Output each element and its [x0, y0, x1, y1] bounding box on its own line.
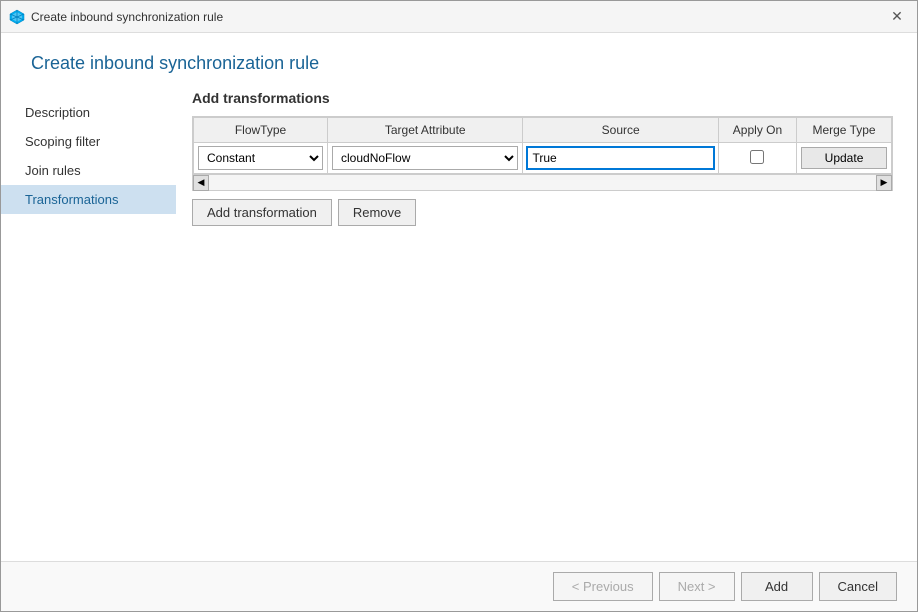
cancel-button[interactable]: Cancel — [819, 572, 897, 601]
add-button[interactable]: Add — [741, 572, 813, 601]
window-body: Create inbound synchronization rule Desc… — [1, 33, 917, 611]
main-window: Create inbound synchronization rule ✕ Cr… — [0, 0, 918, 612]
title-bar-left: Create inbound synchronization rule — [9, 9, 223, 25]
content-area: Description Scoping filter Join rules Tr… — [1, 90, 917, 561]
merge-button[interactable]: Update — [801, 147, 887, 169]
sidebar: Description Scoping filter Join rules Tr… — [1, 90, 176, 561]
table-row: Constant Direct Expression cloudNoFlow — [194, 143, 892, 174]
target-select[interactable]: cloudNoFlow — [332, 146, 518, 170]
app-icon — [9, 9, 25, 25]
col-header-apply: Apply On — [718, 118, 796, 143]
title-bar: Create inbound synchronization rule ✕ — [1, 1, 917, 33]
cell-merge[interactable]: Update — [797, 143, 892, 174]
scroll-right-arrow[interactable]: ▶ — [876, 175, 892, 191]
window-title: Create inbound synchronization rule — [31, 10, 223, 24]
scroll-track[interactable] — [209, 175, 876, 190]
add-transformation-button[interactable]: Add transformation — [192, 199, 332, 226]
transformations-table-wrapper: FlowType Target Attribute Source Apply O… — [192, 116, 893, 175]
footer: < Previous Next > Add Cancel — [1, 561, 917, 611]
page-title: Create inbound synchronization rule — [1, 33, 917, 90]
col-header-target: Target Attribute — [328, 118, 523, 143]
previous-button[interactable]: < Previous — [553, 572, 653, 601]
remove-button[interactable]: Remove — [338, 199, 416, 226]
next-button[interactable]: Next > — [659, 572, 735, 601]
transformations-table: FlowType Target Attribute Source Apply O… — [193, 117, 892, 174]
section-title: Add transformations — [192, 90, 893, 106]
cell-apply[interactable] — [718, 143, 796, 174]
scroll-left-arrow[interactable]: ◀ — [193, 175, 209, 191]
col-header-flowtype: FlowType — [194, 118, 328, 143]
col-header-merge: Merge Type — [797, 118, 892, 143]
cell-target[interactable]: cloudNoFlow — [328, 143, 523, 174]
horizontal-scrollbar: ◀ ▶ — [192, 175, 893, 191]
sidebar-item-scoping-filter[interactable]: Scoping filter — [1, 127, 176, 156]
sidebar-item-description[interactable]: Description — [1, 98, 176, 127]
source-input[interactable] — [527, 147, 713, 169]
col-header-source: Source — [523, 118, 718, 143]
sidebar-item-join-rules[interactable]: Join rules — [1, 156, 176, 185]
close-button[interactable]: ✕ — [885, 5, 909, 29]
cell-flowtype[interactable]: Constant Direct Expression — [194, 143, 328, 174]
cell-source[interactable] — [523, 143, 718, 174]
main-content: Add transformations FlowType Target Attr… — [176, 90, 917, 561]
action-buttons: Add transformation Remove — [192, 199, 893, 226]
sidebar-item-transformations[interactable]: Transformations — [1, 185, 176, 214]
apply-checkbox[interactable] — [750, 150, 764, 164]
flowtype-select[interactable]: Constant Direct Expression — [198, 146, 323, 170]
